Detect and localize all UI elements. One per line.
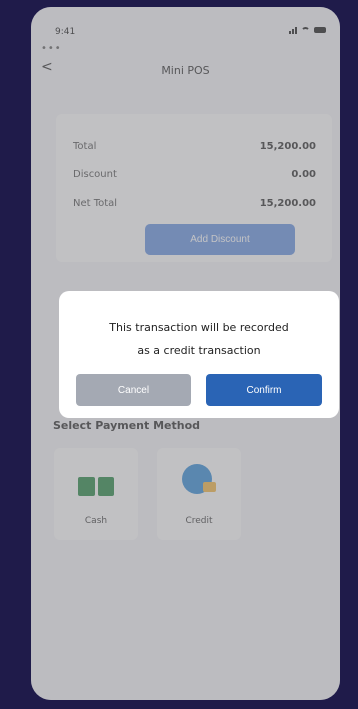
- dialog-message-line1: This transaction will be recorded: [109, 321, 289, 334]
- dialog-message-line2: as a credit transaction: [137, 344, 261, 357]
- cancel-button[interactable]: Cancel: [76, 374, 191, 406]
- credit-confirm-dialog: This transaction will be recorded as a c…: [59, 291, 339, 418]
- phone-screen: 9:41 ••• < Mini POS Total 15,200.00 Disc…: [31, 7, 340, 700]
- confirm-button[interactable]: Confirm: [206, 374, 322, 406]
- dialog-message: This transaction will be recorded as a c…: [69, 316, 329, 362]
